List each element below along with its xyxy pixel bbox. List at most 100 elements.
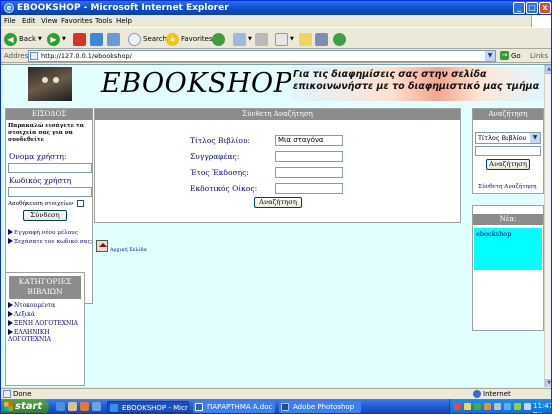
task-label: EBOOKSHOP - Micros... <box>122 404 188 412</box>
edit-icon <box>275 32 288 46</box>
task-photoshop[interactable]: Adobe Photoshop <box>279 401 361 413</box>
tray-icon[interactable] <box>504 403 511 410</box>
forward-arrow-icon: ▶ <box>47 32 60 46</box>
favorites-button[interactable]: ★ Favorites <box>166 31 213 47</box>
links-button[interactable]: Links <box>530 52 548 60</box>
category-item[interactable]: Ντοκουμέντα <box>8 302 84 309</box>
chevron-down-icon: ▼ <box>290 36 294 42</box>
go-button[interactable]: → Go <box>500 51 521 60</box>
scroll-down-icon[interactable]: ▼ <box>545 379 551 387</box>
search-field-select[interactable]: Τίτλος Βιβλίου ▼ <box>475 132 541 144</box>
menu-edit[interactable]: Edit <box>22 17 36 25</box>
tray-icon[interactable] <box>484 403 491 410</box>
title-field[interactable]: Μια σταγόνα <box>275 135 343 146</box>
ad-banner[interactable]: Για τις διαφημίσεις σας στην σελίδα επικ… <box>291 67 544 101</box>
menu-view[interactable]: View <box>41 17 58 25</box>
title-bar[interactable]: e EBOOKSHOP - Microsoft Internet Explore… <box>1 1 551 15</box>
search-button[interactable]: Search <box>128 31 167 47</box>
tray-icon[interactable] <box>454 403 461 410</box>
menu-file[interactable]: File <box>4 17 16 25</box>
minimize-button[interactable]: _ <box>513 2 525 14</box>
menu-favorites[interactable]: Favorites <box>61 17 93 25</box>
publisher-field[interactable] <box>275 183 343 194</box>
close-button[interactable]: x <box>539 2 551 14</box>
taskbar: start EBOOKSHOP - Micros... ΠΑΡΑΡΤΗΜΑ A.… <box>1 399 552 414</box>
stop-icon <box>73 32 86 46</box>
category-item[interactable]: ΕΛΛΗΝΙΚΗ ΛΟΓΟΤΕΧΝΙΑ <box>8 329 84 343</box>
advanced-search-button[interactable]: Αναζήτηση <box>254 197 302 208</box>
history-button[interactable] <box>212 31 225 47</box>
category-label: ΕΛΛΗΝΙΚΗ ΛΟΓΟΤΕΧΝΙΑ <box>8 329 51 343</box>
category-label: ΞΕΝΗ ΛΟΓΟΤΕΧΝΙΑ <box>14 320 78 327</box>
quick-search-input[interactable] <box>475 146 541 156</box>
messenger-button[interactable] <box>333 31 346 47</box>
stop-button[interactable] <box>73 31 86 47</box>
register-link[interactable]: Εγγραφή νέου μέλους <box>8 229 78 236</box>
news-item[interactable]: ebookshop <box>476 230 511 238</box>
home-page-link[interactable]: Αρχική Σελίδα <box>110 247 147 253</box>
year-label: Έτος Έκδοσης: <box>190 168 249 177</box>
address-input[interactable]: http://127.0.0.1/ebookshop/ ▼ <box>28 50 496 62</box>
home-page-icon[interactable] <box>96 240 108 252</box>
maximize-button[interactable]: □ <box>526 2 538 14</box>
tray-icon[interactable] <box>464 403 471 410</box>
site-title: EBOOKSHOP <box>101 68 293 99</box>
quicklaunch-desktop-icon[interactable] <box>68 402 77 411</box>
advanced-search-link[interactable]: Σύνθετη Αναζήτηση <box>478 184 537 190</box>
mail-icon <box>233 32 246 46</box>
edit-button[interactable]: ▼ <box>275 31 294 47</box>
security-zone: Internet <box>473 390 511 398</box>
news-title: Νέα: <box>473 214 543 225</box>
quicklaunch-ie-icon[interactable] <box>56 402 65 411</box>
forward-button[interactable]: ▶ ▼ <box>47 31 66 47</box>
refresh-button[interactable] <box>90 31 103 47</box>
username-label: Όνομα χρήστη: <box>9 152 67 161</box>
quick-search-button[interactable]: Αναζήτηση <box>486 159 530 170</box>
start-button[interactable]: start <box>1 399 49 413</box>
owl-eye <box>42 77 48 83</box>
tray-icon[interactable] <box>524 403 531 410</box>
chevron-down-icon: ▼ <box>62 36 66 42</box>
mail-button[interactable]: ▼ <box>233 31 252 47</box>
login-button[interactable]: Σύνδεση <box>23 210 67 221</box>
menu-help[interactable]: Help <box>116 17 132 25</box>
remember-checkbox[interactable] <box>77 200 84 207</box>
task-word-doc[interactable]: ΠΑΡΑΡΤΗΜΑ A.doc - ... <box>193 401 275 413</box>
start-label: start <box>15 401 43 412</box>
forgot-password-link[interactable]: Ξεχάσατε τον κωδικό σας; <box>8 238 93 245</box>
news-box: ebookshop <box>474 228 542 270</box>
category-item[interactable]: ΞΕΝΗ ΛΟΓΟΤΕΧΝΙΑ <box>8 320 84 327</box>
chevron-down-icon: ▼ <box>248 36 252 42</box>
categories-title: ΚΑΤΗΓΟΡΙΕΣ ΒΙΒΛΙΩΝ <box>9 276 81 299</box>
ie-icon <box>110 404 118 412</box>
back-button[interactable]: ◀ Back ▼ <box>4 31 42 47</box>
menu-tools[interactable]: Tools <box>95 17 112 25</box>
password-field[interactable] <box>8 187 92 197</box>
triangle-bullet-icon <box>8 238 13 244</box>
windows-flag-icon <box>4 402 13 411</box>
year-field[interactable] <box>275 167 343 178</box>
research-button[interactable] <box>315 31 328 47</box>
scroll-up-icon[interactable]: ▲ <box>545 65 551 74</box>
quicklaunch-explorer-icon[interactable] <box>92 402 101 411</box>
refresh-icon <box>90 32 103 46</box>
category-item[interactable]: Λεξικά <box>8 311 84 318</box>
globe-icon <box>473 390 481 398</box>
login-note: Παρακαλώ εισάγετε τα στοιχεία σας για να… <box>8 123 85 143</box>
clock: 11:47 πμ <box>533 402 552 414</box>
quicklaunch-media-icon[interactable] <box>80 402 89 411</box>
tray-icon[interactable] <box>514 403 521 410</box>
discuss-button[interactable] <box>299 31 312 47</box>
home-button[interactable] <box>107 31 120 47</box>
owl-eye <box>53 77 59 83</box>
windows-logo-icon <box>531 15 551 27</box>
chevron-down-icon[interactable]: ▼ <box>485 51 495 61</box>
print-button[interactable] <box>255 31 268 47</box>
tray-icon[interactable] <box>474 403 481 410</box>
vertical-scrollbar[interactable]: ▲ ▼ <box>544 65 551 387</box>
task-ebookshop[interactable]: EBOOKSHOP - Micros... <box>107 401 189 413</box>
system-tray: 11:47 πμ <box>449 399 552 414</box>
username-field[interactable] <box>8 163 92 173</box>
author-field[interactable] <box>275 151 343 162</box>
tray-icon[interactable] <box>494 403 501 410</box>
